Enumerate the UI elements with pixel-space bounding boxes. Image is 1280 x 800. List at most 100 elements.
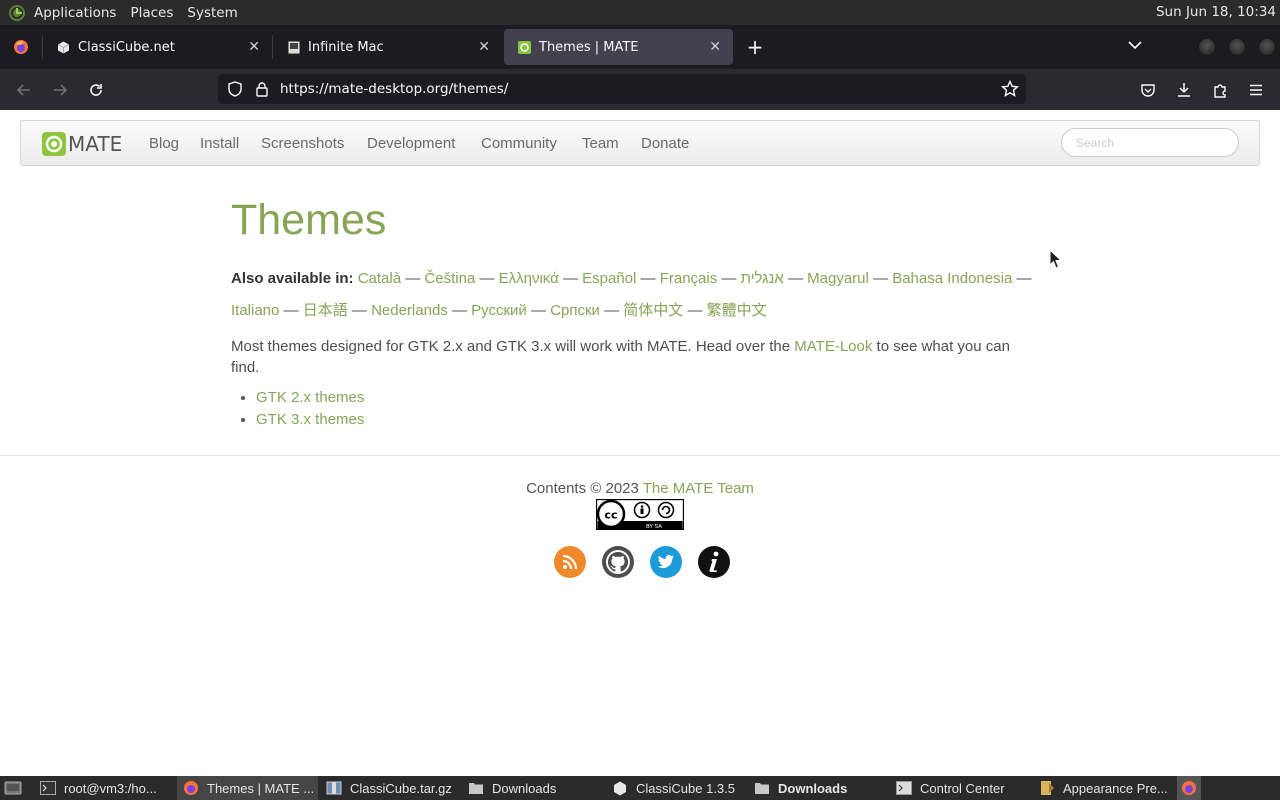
lang-link[interactable]: Català: [358, 270, 401, 287]
app-menu-button[interactable]: [1245, 79, 1267, 101]
info-icon[interactable]: [698, 546, 730, 578]
cc-by-sa-badge[interactable]: cc BY SA: [596, 499, 684, 530]
site-brand[interactable]: MATE: [41, 131, 122, 157]
taskbar-item-firefox[interactable]: Themes | MATE ...: [177, 776, 318, 800]
lang-link[interactable]: 日本語: [303, 302, 348, 319]
tab-title: ClassiCube.net: [78, 39, 175, 55]
gtk2-themes-link[interactable]: GTK 2.x themes: [256, 389, 364, 406]
lang-link[interactable]: Español: [582, 270, 636, 287]
nav-link-development[interactable]: Development: [367, 135, 455, 152]
lang-link[interactable]: 简体中文: [623, 302, 683, 319]
taskbar-item-terminal[interactable]: root@vm3:/ho...: [34, 776, 172, 800]
mate-team-link[interactable]: The MATE Team: [643, 480, 754, 497]
mate-menu-icon[interactable]: [8, 4, 26, 22]
reload-button[interactable]: [85, 79, 107, 101]
back-button[interactable]: [13, 79, 35, 101]
tab-infinite-mac[interactable]: Infinite Mac ✕: [273, 25, 502, 69]
separator: —: [351, 302, 367, 319]
extensions-button[interactable]: [1209, 79, 1231, 101]
close-icon[interactable]: ✕: [248, 39, 260, 55]
github-icon[interactable]: [602, 546, 634, 578]
lang-link[interactable]: Bahasa Indonesia: [892, 270, 1012, 287]
taskbar-item-control-center[interactable]: Control Center: [890, 776, 1030, 800]
close-window-button[interactable]: [1258, 38, 1276, 56]
taskbar-label: root@vm3:/ho...: [64, 780, 157, 796]
close-icon[interactable]: ✕: [709, 39, 721, 55]
lang-link[interactable]: Français: [660, 270, 718, 287]
appearance-icon: [1039, 780, 1055, 796]
tab-themes-mate[interactable]: Themes | MATE ✕: [504, 29, 733, 65]
separator: —: [283, 302, 299, 319]
separator: —: [451, 302, 467, 319]
list-all-tabs-button[interactable]: [1128, 39, 1142, 54]
mate-look-link[interactable]: MATE-Look: [794, 338, 872, 355]
intro-paragraph: Most themes designed for GTK 2.x and GTK…: [231, 336, 1021, 378]
navigation-toolbar: https://mate-desktop.org/themes/: [0, 69, 1280, 110]
pocket-icon: [1141, 84, 1155, 97]
applications-menu[interactable]: Applications: [34, 5, 124, 21]
taskbar-label: ClassiCube 1.3.5: [636, 780, 735, 796]
folder-icon: [754, 780, 770, 796]
maximize-button[interactable]: [1228, 38, 1246, 56]
places-menu[interactable]: Places: [130, 5, 181, 21]
lang-link[interactable]: Italiano: [231, 302, 279, 319]
new-tab-button[interactable]: +: [735, 25, 775, 69]
nav-link-screenshots[interactable]: Screenshots: [261, 135, 344, 152]
taskbar-item-downloads[interactable]: Downloads: [462, 776, 602, 800]
forward-button[interactable]: [49, 79, 71, 101]
bookmark-star-icon[interactable]: [1001, 80, 1019, 98]
downloads-button[interactable]: [1173, 79, 1195, 101]
url-bar[interactable]: https://mate-desktop.org/themes/: [218, 74, 1026, 104]
show-desktop-button[interactable]: [0, 776, 28, 800]
taskbar-item-classicube[interactable]: ClassiCube 1.3.5: [606, 776, 746, 800]
lang-link[interactable]: Русский: [471, 302, 527, 319]
nav-link-blog[interactable]: Blog: [149, 135, 179, 152]
forward-arrow-icon: [54, 84, 68, 96]
page-title: Themes: [231, 196, 387, 244]
clock[interactable]: Sun Jun 18, 10:34: [1156, 4, 1276, 20]
twitter-icon[interactable]: [650, 546, 682, 578]
svg-text:cc: cc: [604, 509, 617, 522]
lock-icon[interactable]: [255, 81, 269, 97]
tab-title: Themes | MATE: [539, 39, 639, 55]
separator: —: [530, 302, 546, 319]
lang-link[interactable]: Magyarul: [807, 270, 869, 287]
lang-link[interactable]: Српски: [550, 302, 600, 319]
lang-link[interactable]: Čeština: [424, 270, 475, 287]
firefox-view-button[interactable]: [0, 25, 42, 69]
taskbar-label: Appearance Pre...: [1063, 780, 1168, 796]
nav-link-donate[interactable]: Donate: [641, 135, 689, 152]
gtk3-themes-link[interactable]: GTK 3.x themes: [256, 411, 364, 428]
nav-link-install[interactable]: Install: [200, 135, 239, 152]
lang-link[interactable]: אנגלית: [741, 270, 784, 287]
lang-link[interactable]: Ελληνικά: [499, 270, 559, 287]
download-icon: [1178, 83, 1190, 97]
shield-icon[interactable]: [227, 81, 243, 97]
tray-firefox-button[interactable]: [1177, 776, 1201, 800]
pocket-button[interactable]: [1137, 79, 1159, 101]
taskbar-item-appearance[interactable]: Appearance Pre...: [1033, 776, 1173, 800]
site-search-input[interactable]: Search: [1061, 128, 1239, 157]
lang-link[interactable]: 繁體中文: [707, 302, 767, 319]
url-text[interactable]: https://mate-desktop.org/themes/: [280, 81, 508, 97]
rss-icon[interactable]: [554, 546, 586, 578]
minimize-button[interactable]: [1198, 38, 1216, 56]
close-icon[interactable]: ✕: [478, 39, 490, 55]
taskbar-label: ClassiCube.tar.gz: [350, 780, 452, 796]
show-desktop-icon: [4, 781, 22, 795]
brand-name: MATE: [68, 132, 123, 156]
classicube-icon: [612, 780, 628, 796]
lang-link[interactable]: Nederlands: [371, 302, 448, 319]
hamburger-menu-icon: [1250, 84, 1262, 96]
also-available-label: Also available in:: [231, 270, 354, 287]
taskbar-item-downloads-2[interactable]: Downloads: [748, 776, 888, 800]
taskbar-label: Control Center: [920, 780, 1005, 796]
license-text: BY SA: [646, 524, 662, 530]
system-menu[interactable]: System: [187, 5, 245, 21]
tab-classicube[interactable]: ClassiCube.net ✕: [43, 25, 272, 69]
nav-link-team[interactable]: Team: [582, 135, 619, 152]
taskbar-item-archive[interactable]: ClassiCube.tar.gz: [320, 776, 458, 800]
puzzle-icon: [1214, 84, 1226, 98]
nav-link-community[interactable]: Community: [481, 135, 557, 152]
control-center-icon: [896, 780, 912, 796]
